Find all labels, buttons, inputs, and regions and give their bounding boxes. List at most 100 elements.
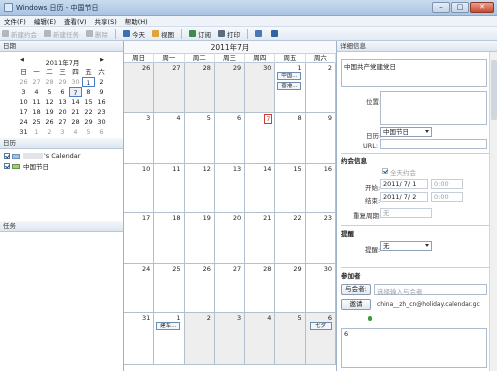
mini-day[interactable]: 1	[30, 127, 43, 137]
mini-day[interactable]: 30	[69, 77, 82, 87]
day-cell[interactable]: 18	[154, 213, 185, 264]
mini-day[interactable]: 24	[17, 117, 30, 127]
day-cell[interactable]: 5	[275, 313, 306, 365]
day-cell[interactable]: 21	[245, 213, 276, 264]
day-cell[interactable]: 28	[245, 264, 276, 313]
mini-day[interactable]: 19	[43, 107, 56, 117]
notes-field[interactable]: 6	[341, 328, 487, 368]
day-cell[interactable]: 30	[305, 264, 336, 313]
participants-button[interactable]: 与会者:	[341, 284, 371, 295]
day-cell[interactable]: 19	[184, 213, 215, 264]
mini-day[interactable]: 20	[56, 107, 69, 117]
day-cell[interactable]: 7	[245, 113, 276, 164]
mini-day[interactable]: 29	[56, 77, 69, 87]
mini-day[interactable]: 27	[56, 117, 69, 127]
prev-month-button[interactable]: ◀	[20, 57, 24, 66]
menu-share[interactable]: 共享(S)	[91, 16, 121, 26]
day-cell[interactable]: 30	[245, 63, 276, 113]
start-date-picker[interactable]: 2011/ 7/ 1	[380, 179, 428, 189]
day-cell[interactable]: 14	[245, 164, 276, 213]
day-cell[interactable]: 27	[154, 63, 185, 113]
mini-day[interactable]: 2	[43, 127, 56, 137]
day-cell[interactable]: 4	[245, 313, 276, 365]
mini-day[interactable]: 30	[95, 117, 108, 127]
calendar-item-holidays[interactable]: 中国节日	[4, 161, 80, 171]
mini-day[interactable]: 25	[30, 117, 43, 127]
mini-day[interactable]: 13	[56, 97, 69, 107]
day-cell[interactable]: 2	[305, 63, 336, 113]
day-cell[interactable]: 28	[184, 63, 215, 113]
mini-day[interactable]: 17	[17, 107, 30, 117]
mini-day[interactable]: 2	[95, 77, 108, 87]
invite-button[interactable]: 邀请	[341, 299, 371, 310]
title-field[interactable]: 中国共产党建党日	[341, 59, 487, 87]
day-cell[interactable]: 20	[214, 213, 246, 264]
scrollbar-thumb[interactable]	[491, 60, 497, 120]
mini-day[interactable]: 10	[17, 97, 30, 107]
day-cell[interactable]: 26	[184, 264, 215, 313]
mini-day[interactable]: 12	[43, 97, 56, 107]
day-cell[interactable]: 6	[214, 113, 246, 164]
toolbar-button-7[interactable]	[255, 30, 264, 37]
mini-day[interactable]: 16	[95, 97, 108, 107]
calendar-item-personal[interactable]: 's Calendar	[4, 151, 80, 161]
mini-day[interactable]: 6	[95, 127, 108, 137]
day-cell[interactable]: 8	[275, 113, 306, 164]
location-field[interactable]	[380, 91, 487, 125]
toolbar-button-4[interactable]: 视图	[152, 29, 174, 39]
details-scrollbar[interactable]	[489, 52, 497, 371]
calendar-event[interactable]: 香港...	[277, 82, 302, 90]
mini-day[interactable]: 8	[82, 87, 95, 97]
mini-day[interactable]: 21	[69, 107, 82, 117]
day-cell[interactable]: 13	[214, 164, 246, 213]
close-button[interactable]: ✕	[470, 2, 494, 13]
toolbar-button-3[interactable]: 今天	[123, 29, 145, 39]
minimize-button[interactable]: –	[432, 2, 450, 13]
participants-input[interactable]: 选择输入与会者	[374, 284, 487, 296]
day-cell[interactable]: 4	[154, 113, 185, 164]
mini-day[interactable]: 29	[82, 117, 95, 127]
day-cell[interactable]: 23	[305, 213, 336, 264]
toolbar-button-8[interactable]	[271, 30, 280, 37]
day-cell[interactable]: 24	[124, 264, 155, 313]
day-cell[interactable]: 3	[124, 113, 155, 164]
calendar-event[interactable]: 中国...	[277, 72, 302, 80]
mini-day[interactable]: 22	[82, 107, 95, 117]
mini-day[interactable]: 5	[82, 127, 95, 137]
day-cell[interactable]: 17	[124, 213, 155, 264]
url-field[interactable]	[380, 139, 487, 149]
day-cell[interactable]: 3	[214, 313, 246, 365]
day-cell[interactable]: 26	[124, 63, 155, 113]
mini-day[interactable]: 26	[17, 77, 30, 87]
toolbar-button-5[interactable]: 订阅	[189, 29, 211, 39]
toolbar-button-0[interactable]: 新建约会	[2, 29, 37, 39]
mini-day[interactable]: 4	[30, 87, 43, 97]
end-date-picker[interactable]: 2011/ 7/ 2	[380, 192, 428, 202]
mini-day[interactable]: 18	[30, 107, 43, 117]
menu-file[interactable]: 文件(F)	[0, 16, 30, 26]
day-cell[interactable]: 15	[275, 164, 306, 213]
checkbox-icon[interactable]	[4, 163, 10, 169]
day-cell[interactable]: 29	[214, 63, 246, 113]
mini-day[interactable]: 1	[82, 77, 95, 87]
day-cell[interactable]: 12	[184, 164, 215, 213]
all-day-checkbox[interactable]	[382, 168, 388, 174]
toolbar-button-1[interactable]: 新建任务	[44, 29, 79, 39]
next-month-button[interactable]: ▶	[100, 57, 104, 66]
mini-day[interactable]: 3	[56, 127, 69, 137]
mini-day[interactable]: 11	[30, 97, 43, 107]
menu-edit[interactable]: 编辑(E)	[30, 16, 60, 26]
day-cell[interactable]: 27	[214, 264, 246, 313]
day-cell[interactable]: 1 建军...	[154, 313, 185, 365]
mini-day[interactable]: 23	[95, 107, 108, 117]
mini-day[interactable]: 3	[17, 87, 30, 97]
start-time-picker[interactable]: 0:00	[431, 179, 463, 189]
mini-day[interactable]: 9	[95, 87, 108, 97]
mini-day[interactable]: 7	[69, 87, 82, 97]
mini-day[interactable]: 5	[43, 87, 56, 97]
toolbar-button-2[interactable]: 删除	[86, 29, 108, 39]
mini-day[interactable]: 6	[56, 87, 69, 97]
day-cell[interactable]: 2	[184, 313, 215, 365]
day-cell[interactable]: 9	[305, 113, 336, 164]
mini-day[interactable]: 4	[69, 127, 82, 137]
